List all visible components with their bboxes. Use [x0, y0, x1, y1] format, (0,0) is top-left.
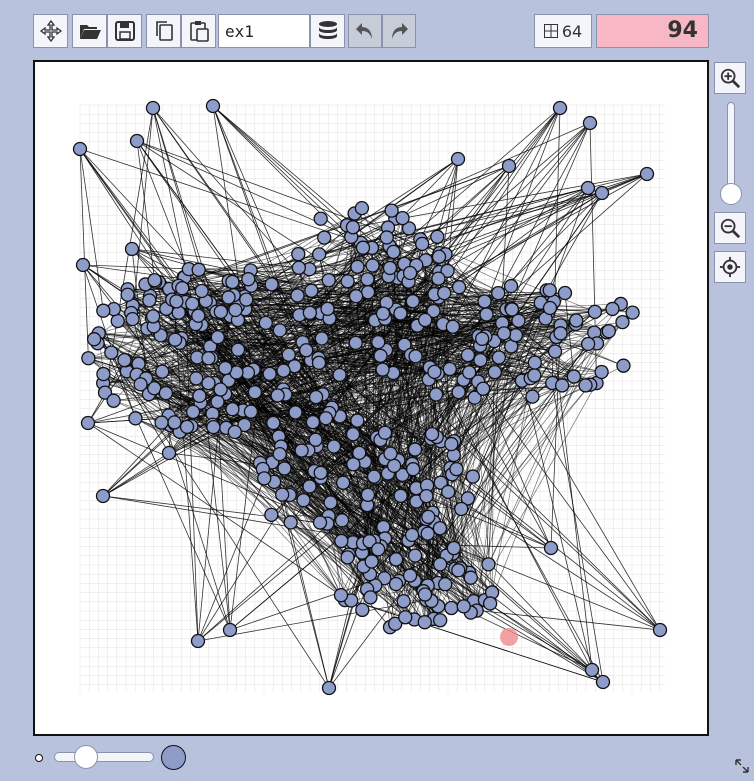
- resize-handle-icon[interactable]: [734, 758, 750, 774]
- save-button[interactable]: [107, 14, 142, 48]
- database-icon: [318, 21, 337, 39]
- move-arrows-icon: [39, 19, 62, 43]
- open-button[interactable]: [72, 14, 107, 48]
- undo-button[interactable]: [348, 14, 382, 48]
- copy-button[interactable]: [146, 14, 181, 48]
- redo-icon: [392, 23, 408, 39]
- zoom-out-button[interactable]: [714, 212, 746, 244]
- zoom-out-icon: [720, 218, 741, 239]
- small-node-size-icon: [35, 754, 43, 762]
- node-size-slider-thumb[interactable]: [74, 745, 98, 769]
- zoom-slider-thumb[interactable]: [720, 183, 742, 205]
- grid-icon: [543, 24, 558, 38]
- redo-button[interactable]: [382, 14, 416, 48]
- center-view-button[interactable]: [714, 251, 746, 283]
- large-node-size-icon: [161, 745, 186, 770]
- zoom-in-icon: [720, 68, 741, 89]
- score-display: 94: [596, 14, 709, 48]
- name-field[interactable]: [218, 14, 310, 48]
- copy-icon: [155, 21, 173, 41]
- database-button[interactable]: [310, 14, 345, 48]
- floppy-disk-icon: [114, 21, 135, 41]
- grid-size-indicator[interactable]: 64: [534, 14, 592, 48]
- zoom-slider-track[interactable]: [727, 102, 735, 194]
- node-size-slider-track[interactable]: [54, 752, 154, 762]
- crosshair-icon: [719, 256, 741, 278]
- undo-icon: [356, 23, 372, 39]
- paste-icon: [189, 21, 209, 42]
- paste-button[interactable]: [181, 14, 216, 48]
- graph-drawing[interactable]: [35, 62, 707, 734]
- zoom-in-button[interactable]: [714, 62, 746, 94]
- graph-canvas[interactable]: [33, 60, 709, 736]
- grid-size-value: 64: [561, 21, 583, 41]
- move-tool-button[interactable]: [33, 14, 68, 48]
- folder-open-icon: [79, 25, 101, 39]
